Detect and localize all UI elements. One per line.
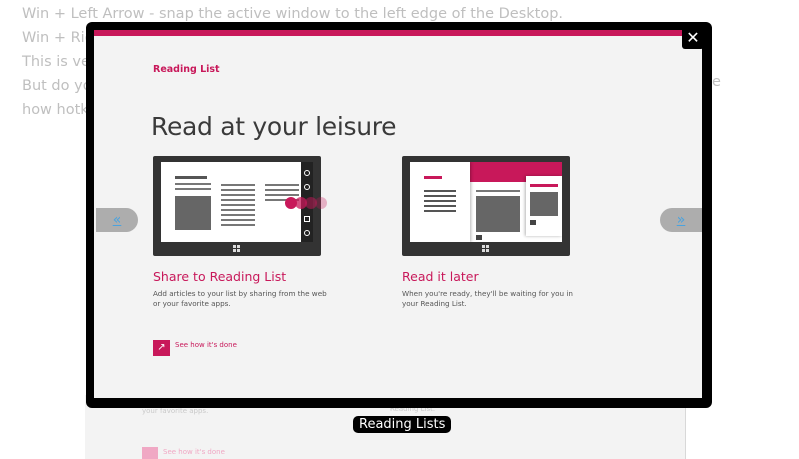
- previous-slide-button[interactable]: «: [96, 208, 138, 232]
- windows-logo-icon: [233, 245, 240, 252]
- card-title-read-later: Read it later: [402, 269, 479, 284]
- peek-text: your favorite apps.: [142, 407, 209, 415]
- close-button[interactable]: ✕: [682, 27, 704, 49]
- lightbox-caption: Reading Lists: [353, 416, 452, 433]
- see-how-link[interactable]: See how it's done: [175, 341, 237, 349]
- card-description-read-later: When you're ready, they'll be waiting fo…: [402, 289, 573, 308]
- chevron-left-icon: «: [112, 212, 122, 228]
- article-fragment: e: [712, 74, 721, 90]
- windows-logo-icon: [482, 245, 489, 252]
- lightbox-slide: Reading List Read at your leisure Share …: [94, 30, 702, 398]
- tablet-share-illustration: [153, 156, 327, 256]
- card-title-share: Share to Reading List: [153, 269, 287, 284]
- card-description-share: Add articles to your list by sharing fro…: [153, 289, 327, 308]
- see-how-button[interactable]: ↗: [153, 340, 170, 356]
- tablet-reading-illustration: [402, 156, 570, 256]
- arrow-up-right-icon: ↗: [157, 342, 166, 353]
- chevron-right-icon: »: [676, 212, 686, 228]
- peek-button: [142, 447, 158, 459]
- slide-heading: Read at your leisure: [151, 112, 397, 141]
- peek-link: See how it's done: [163, 448, 225, 456]
- next-slide-button[interactable]: »: [660, 208, 702, 232]
- section-title: Reading List: [153, 64, 220, 75]
- accent-bar: [94, 30, 702, 36]
